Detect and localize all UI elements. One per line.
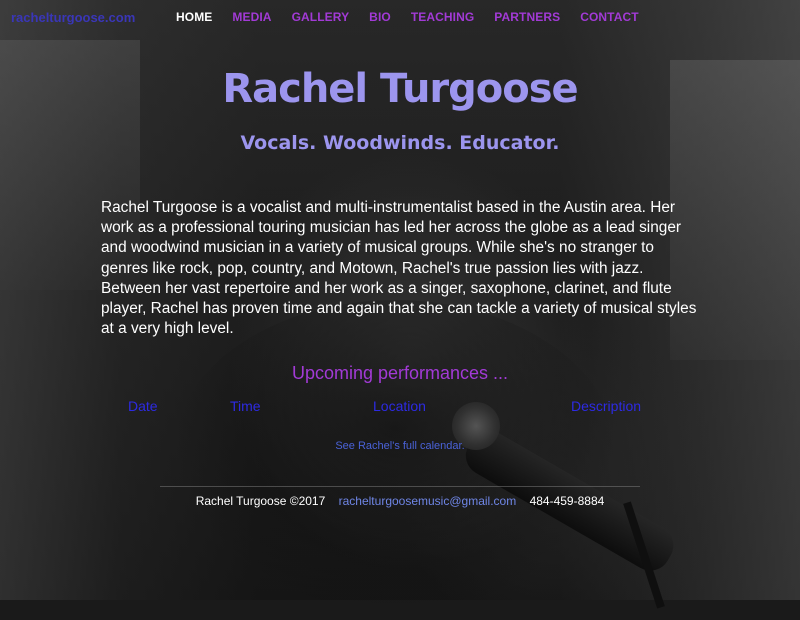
nav-item-home[interactable]: HOME xyxy=(176,10,212,24)
upcoming-performances-heading: Upcoming performances ... xyxy=(291,363,509,383)
page-title: Rachel Turgoose xyxy=(222,66,578,112)
column-header-description: Description xyxy=(571,398,642,414)
page-content: rachelturgoose.com HOME MEDIA GALLERY BI… xyxy=(0,0,800,600)
column-header-time: Time xyxy=(230,398,261,414)
nav-menu: HOME MEDIA GALLERY BIO TEACHING PARTNERS… xyxy=(176,10,659,24)
footer-copyright: Rachel Turgoose ©2017 xyxy=(195,494,326,508)
page-tagline: Vocals. Woodwinds. Educator. xyxy=(240,132,560,154)
nav-item-teaching[interactable]: TEACHING xyxy=(411,10,474,24)
full-calendar-link[interactable]: See Rachel's full calendar. xyxy=(0,440,800,452)
site-home-link[interactable]: rachelturgoose.com xyxy=(11,10,135,25)
nav-item-gallery[interactable]: GALLERY xyxy=(292,10,350,24)
footer: Rachel Turgoose ©2017 rachelturgoosemusi… xyxy=(0,494,800,508)
footer-email-link[interactable]: rachelturgoosemusic@gmail.com xyxy=(339,494,517,508)
nav-item-media[interactable]: MEDIA xyxy=(232,10,271,24)
nav-item-contact[interactable]: CONTACT xyxy=(580,10,638,24)
top-nav: rachelturgoose.com HOME MEDIA GALLERY BI… xyxy=(0,0,800,34)
performances-table: Date Time Location Description xyxy=(0,398,800,418)
nav-item-partners[interactable]: PARTNERS xyxy=(494,10,560,24)
bio-paragraph: Rachel Turgoose is a vocalist and multi-… xyxy=(101,199,697,338)
column-header-date: Date xyxy=(128,398,158,414)
nav-item-bio[interactable]: BIO xyxy=(369,10,391,24)
footer-phone: 484-459-8884 xyxy=(529,494,605,508)
footer-divider xyxy=(160,486,640,487)
column-header-location: Location xyxy=(373,398,426,414)
